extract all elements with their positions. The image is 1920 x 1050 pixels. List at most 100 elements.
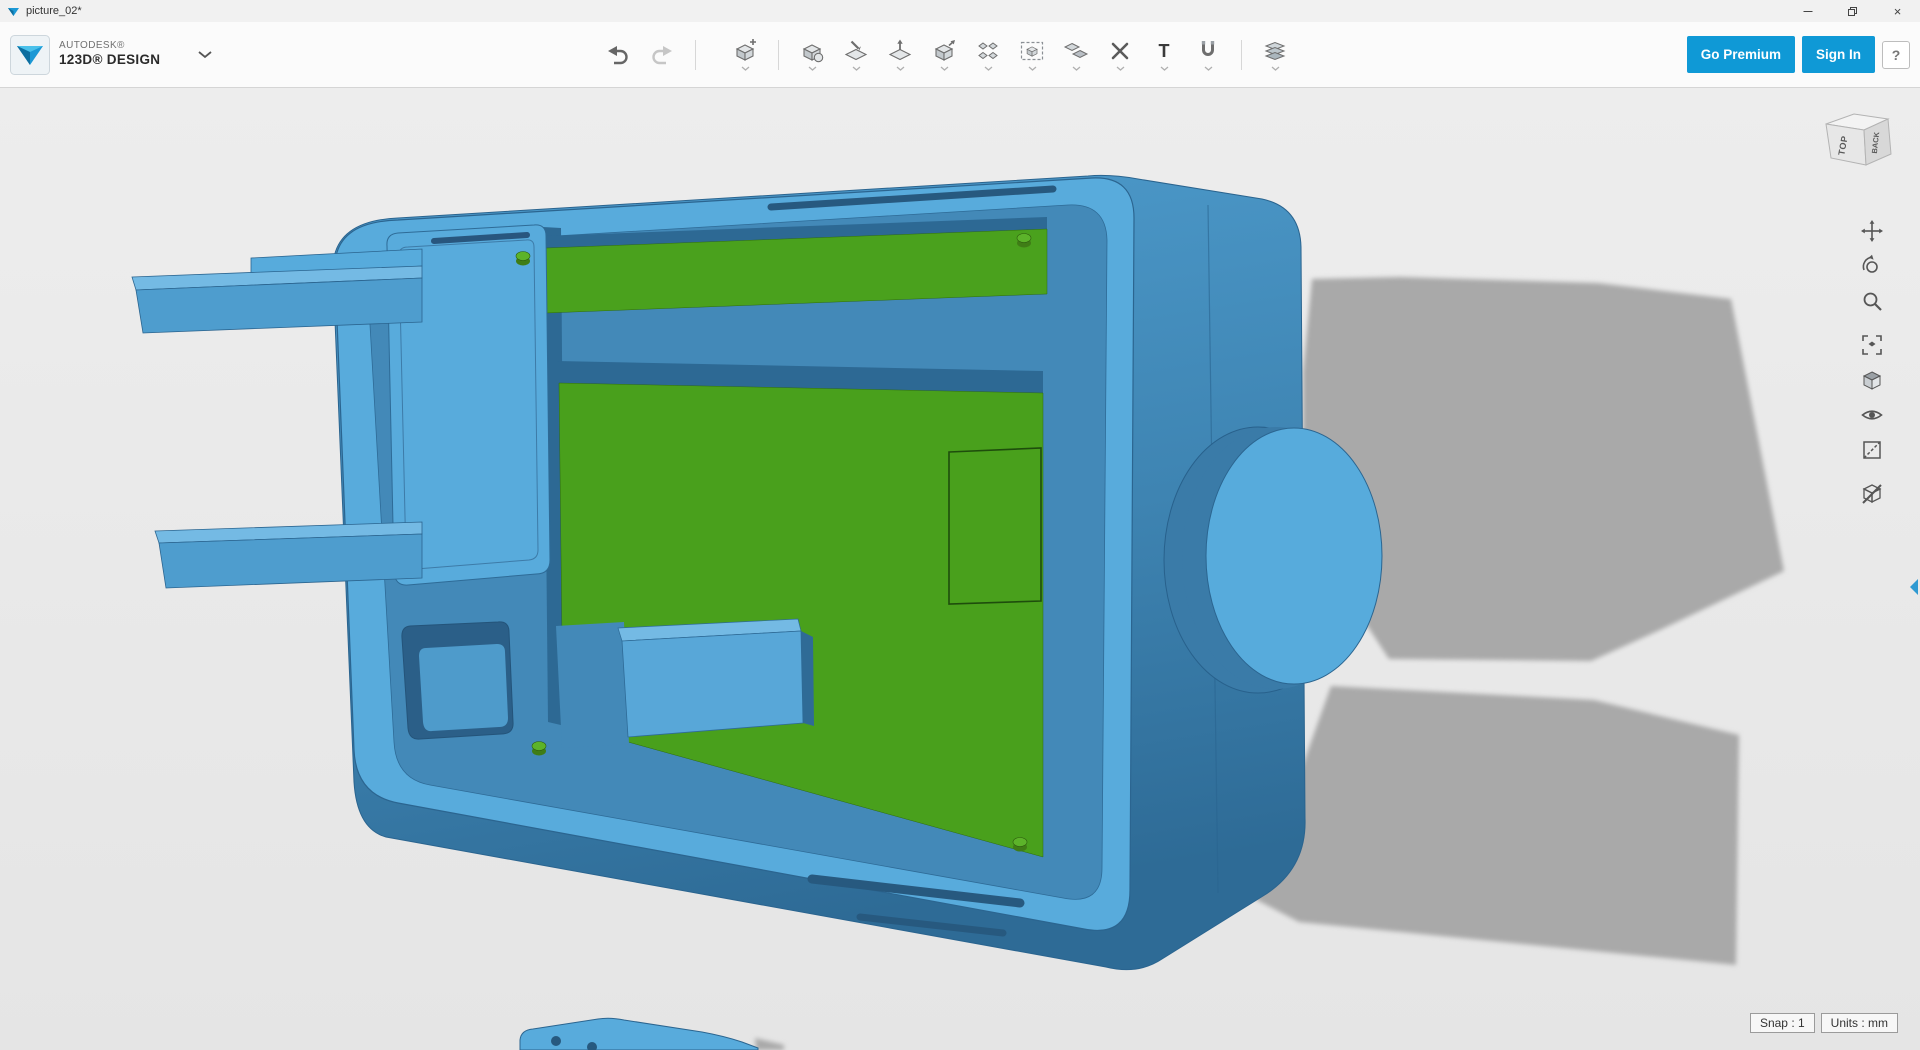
flyout-chevron-icon: [984, 66, 992, 71]
text-tool-button[interactable]: T: [1144, 27, 1184, 83]
text-icon: T: [1159, 41, 1170, 61]
standoff-peg[interactable]: [515, 251, 531, 266]
brand-123d-label: 123D® DESIGN: [59, 52, 161, 68]
fit-view-button[interactable]: [1857, 330, 1887, 360]
combine-tool-button[interactable]: [1056, 27, 1096, 83]
snap-tool-button[interactable]: [1188, 27, 1228, 83]
pattern-icon: [978, 42, 998, 60]
undo-button[interactable]: [598, 27, 638, 83]
case-opening-floor: [419, 644, 508, 732]
svg-text:T: T: [1159, 41, 1170, 61]
snap-indicator[interactable]: Snap : 1: [1749, 1013, 1815, 1033]
shading-icon: [1862, 371, 1882, 390]
standoff-peg[interactable]: [1012, 837, 1028, 852]
status-bar: Snap : 1 Units : mm: [1749, 1013, 1898, 1033]
grouping-icon: [1020, 41, 1044, 61]
restore-button[interactable]: [1830, 0, 1875, 22]
standoff-peg[interactable]: [531, 741, 547, 756]
units-indicator[interactable]: Units : mm: [1820, 1013, 1898, 1033]
shading-button[interactable]: [1857, 365, 1887, 395]
toolbar-separator: [695, 39, 696, 70]
main-toolbar: AUTODESK® 123D® DESIGN T Go Premium Sign…: [0, 22, 1920, 88]
go-premium-button[interactable]: Go Premium: [1686, 36, 1795, 73]
collapse-left-icon: [1910, 579, 1918, 595]
combine-icon: [1063, 42, 1089, 59]
undo-icon: [608, 45, 628, 64]
navigation-rail: [1857, 216, 1887, 509]
view-cube[interactable]: TOP BACK: [1818, 108, 1898, 170]
primitives-tool-button[interactable]: [792, 27, 832, 83]
app-logo-icon: [10, 34, 50, 75]
close-button[interactable]: ×: [1875, 0, 1920, 22]
material-tool-button[interactable]: [1255, 27, 1295, 83]
modify-icon: [931, 40, 955, 64]
pattern-tool-button[interactable]: [968, 27, 1008, 83]
zoom-button[interactable]: [1857, 286, 1887, 316]
flyout-chevron-icon: [1271, 66, 1279, 71]
connector-block-front[interactable]: [621, 630, 804, 738]
lower-prong-front[interactable]: [158, 533, 423, 589]
orbit-icon: [1862, 254, 1878, 273]
minimize-button[interactable]: [1785, 0, 1830, 22]
app-window-icon: [8, 7, 19, 16]
flyout-chevron-icon: [808, 66, 816, 71]
flyout-chevron-icon: [1204, 66, 1212, 71]
flyout-chevron-icon: [1072, 66, 1080, 71]
pan-button[interactable]: [1857, 216, 1887, 246]
sketch-tool-button[interactable]: [836, 27, 876, 83]
modify-tool-button[interactable]: [924, 27, 964, 83]
flyout-chevron-icon: [741, 66, 749, 71]
restore-icon: [1848, 6, 1857, 16]
brand-autodesk-label: AUTODESK®: [59, 40, 125, 52]
app-menu[interactable]: AUTODESK® 123D® DESIGN: [10, 22, 213, 87]
3d-scene[interactable]: [0, 88, 1920, 1050]
measure-tool-button[interactable]: [1100, 27, 1140, 83]
knob-cylinder-part[interactable]: [1163, 426, 1383, 694]
construct-icon: [887, 39, 913, 64]
viewport[interactable]: TOP BACK Snap: 1 Units: mm: [0, 88, 1920, 1050]
hidden-edges-button[interactable]: [1857, 435, 1887, 465]
measure-icon: [1111, 42, 1129, 60]
knob-front-face[interactable]: [1205, 427, 1383, 685]
sketch-icon: [843, 40, 869, 64]
redo-button[interactable]: [642, 27, 682, 83]
flyout-chevron-icon: [896, 66, 904, 71]
help-button[interactable]: ?: [1882, 40, 1910, 69]
flyout-chevron-icon: [1028, 66, 1036, 71]
window-title: picture_02*: [26, 5, 82, 17]
flyout-chevron-icon: [1160, 66, 1168, 71]
standoff-peg[interactable]: [1016, 233, 1032, 248]
close-icon: ×: [1893, 3, 1902, 19]
visibility-eye-icon: [1861, 410, 1883, 420]
toolbar-separator: [778, 39, 779, 70]
fit-view-icon: [1862, 335, 1882, 355]
panel-collapse-arrow[interactable]: [1908, 576, 1920, 598]
window-titlebar[interactable]: picture_02* ×: [0, 0, 1920, 22]
visibility-button[interactable]: [1857, 400, 1887, 430]
transform-tool-button[interactable]: [725, 27, 765, 83]
pan-icon: [1861, 220, 1883, 242]
toolbar-separator: [1241, 39, 1242, 70]
loose-part-bottom[interactable]: [519, 1017, 759, 1050]
material-visibility-button[interactable]: [1857, 479, 1887, 509]
tool-strip: T: [598, 22, 1295, 87]
snap-magnet-icon: [1201, 41, 1215, 56]
loose-part-hole: [551, 1036, 561, 1046]
hidden-edges-icon: [1863, 441, 1881, 459]
flyout-chevron-icon: [940, 66, 948, 71]
minimize-icon: [1803, 11, 1812, 12]
transform-icon: [732, 39, 756, 64]
floor-notch: [556, 622, 629, 748]
zoom-icon: [1863, 292, 1882, 311]
flyout-chevron-icon: [1116, 66, 1124, 71]
redo-icon: [652, 45, 672, 64]
material-visibility-icon: [1862, 484, 1882, 504]
material-icon: [1264, 41, 1286, 61]
construct-tool-button[interactable]: [880, 27, 920, 83]
flyout-chevron-icon: [852, 66, 860, 71]
sign-in-button[interactable]: Sign In: [1802, 36, 1875, 73]
orbit-button[interactable]: [1857, 251, 1887, 281]
chevron-down-icon[interactable]: [197, 50, 213, 59]
primitives-icon: [799, 38, 824, 63]
grouping-tool-button[interactable]: [1012, 27, 1052, 83]
